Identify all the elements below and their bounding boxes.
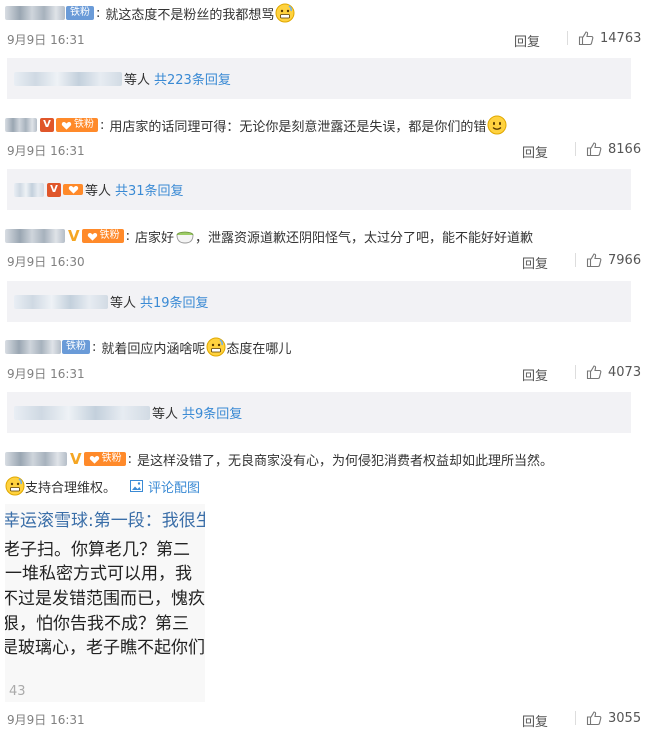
replies-summary-box: V 等人 共31条回复	[7, 169, 631, 210]
view-replies-link[interactable]: 共31条回复	[115, 180, 184, 199]
comment-header: 铁粉 : 就这态度不是粉丝的我都想骂	[5, 2, 295, 24]
v-badge-icon: V	[47, 182, 61, 197]
image-text-line: 一堆私密方式可以用，我	[5, 564, 192, 584]
comment-time: 9月9日 16:31	[7, 33, 85, 47]
bowl-emoji	[176, 231, 194, 244]
comment-time: 9月9日 16:31	[7, 713, 85, 727]
thumbs-up-icon	[586, 253, 602, 268]
replies-summary-box: 等人 共9条回复	[7, 392, 631, 433]
grimace-emoji	[275, 3, 295, 23]
replies-prefix: 等人	[85, 184, 112, 199]
repliers-blurred	[14, 294, 108, 309]
comment-line2: 支持合理维权。 评论配图	[5, 476, 200, 496]
replies-prefix: 等人	[110, 296, 137, 311]
username-blurred[interactable]	[5, 452, 67, 466]
repliers-blurred	[14, 405, 150, 420]
comment-text-part1: 就着回应内涵啥呢	[101, 341, 206, 357]
like-count: 3055	[608, 710, 642, 726]
view-replies-link[interactable]: 共19条回复	[140, 292, 209, 311]
view-replies-link[interactable]: 共9条回复	[182, 403, 242, 422]
thumbs-up-icon	[586, 142, 602, 157]
comment-text-part1: 店家好	[135, 230, 175, 246]
comment-text-part2: 态度在哪儿	[226, 341, 292, 357]
like-count: 4073	[608, 364, 642, 380]
thumbs-up-icon	[578, 31, 594, 46]
fan-badge: 铁粉	[81, 229, 124, 243]
like-count: 7966	[608, 252, 642, 268]
fan-heart-icon	[68, 186, 79, 194]
view-replies-link[interactable]: 共223条回复	[154, 69, 231, 88]
fan-heart-icon	[89, 455, 99, 464]
grimace-emoji	[5, 476, 25, 496]
username-blurred[interactable]	[5, 229, 65, 243]
grimace-emoji	[206, 337, 226, 357]
thumbs-up-icon	[586, 711, 602, 726]
comment-text: 用店家的话同理可得：无论你是刻意泄露还是失误，都是你们的错	[109, 119, 487, 135]
username-blurred[interactable]	[5, 340, 61, 354]
like-button[interactable]: 7966	[565, 252, 641, 268]
fan-badge: 铁粉	[56, 118, 98, 132]
repliers-blurred	[14, 71, 122, 86]
fan-heart-icon	[61, 121, 72, 130]
v-badge-icon: V	[70, 450, 82, 468]
comment-time: 9月9日 16:31	[7, 144, 85, 158]
replies-summary-box: 等人 共19条回复	[7, 281, 631, 322]
image-page-number: 43	[9, 684, 26, 699]
reply-button[interactable]: 回复	[522, 253, 548, 272]
comment-header: V 铁粉 : 店家好 ，泄露资源道歉还阴阳怪气，太过分了吧，能不能好好道歉	[5, 225, 533, 247]
like-count: 8166	[608, 141, 642, 157]
reply-button[interactable]: 回复	[514, 31, 540, 50]
image-icon	[130, 480, 144, 492]
username-blurred[interactable]	[5, 6, 65, 20]
image-text-line: 是玻璃心，老子瞧不起你们	[5, 638, 205, 658]
fan-badge: 铁粉	[62, 340, 90, 354]
reply-button[interactable]: 回复	[522, 711, 548, 730]
comment-text-part2: ，泄露资源道歉还阴阳怪气，太过分了吧，能不能好好道歉	[195, 230, 534, 246]
like-count: 14763	[600, 30, 642, 46]
reply-button[interactable]: 回复	[522, 365, 548, 384]
image-text-line: 狠，怕你告我不成？第三	[5, 614, 189, 634]
like-button[interactable]: 3055	[565, 710, 641, 726]
comment-header: V 铁粉 : 用店家的话同理可得：无论你是刻意泄露还是失误，都是你们的错	[5, 114, 507, 136]
like-button[interactable]: 8166	[565, 141, 641, 157]
v-badge-icon: V	[40, 118, 54, 132]
image-text-line: 幸运滚雪球:第一段：我很生	[5, 511, 205, 531]
smile-emoji	[487, 115, 507, 135]
like-button[interactable]: 14763	[557, 30, 641, 46]
username-blurred[interactable]	[5, 118, 37, 132]
comment-image-thumbnail[interactable]: 幸运滚雪球:第一段：我很生 老子扫。你算老几？第二 一堆私密方式可以用，我 不过…	[5, 504, 205, 702]
repliers-blurred	[14, 182, 44, 197]
like-button[interactable]: 4073	[565, 364, 641, 380]
comment-text-line2: 支持合理维权。	[25, 480, 117, 496]
fan-heart-icon	[87, 232, 97, 241]
comment-time: 9月9日 16:31	[7, 367, 85, 381]
thumbs-up-icon	[586, 365, 602, 380]
comment-header: 铁粉 : 就着回应内涵啥呢 态度在哪儿	[5, 336, 291, 358]
fan-badge: 铁粉	[83, 452, 126, 466]
replies-prefix: 等人	[124, 73, 151, 88]
replies-prefix: 等人	[152, 407, 179, 422]
comment-header: V 铁粉 : 是这样没错了，无良商家没有心，为何侵犯消费者权益却如此理所当然。	[5, 448, 553, 470]
fan-badge-mini	[63, 184, 83, 195]
v-badge-icon: V	[68, 227, 80, 245]
comment-text: 是这样没错了，无良商家没有心，为何侵犯消费者权益却如此理所当然。	[137, 453, 554, 469]
fan-badge: 铁粉	[66, 6, 94, 20]
comment-text: 就这态度不是粉丝的我都想骂	[105, 7, 275, 23]
replies-summary-box: 等人 共223条回复	[7, 58, 631, 99]
image-text-line: 老子扫。你算老几？第二	[5, 540, 190, 560]
comment-time: 9月9日 16:30	[7, 255, 85, 269]
reply-button[interactable]: 回复	[522, 142, 548, 161]
comment-image-link[interactable]: 评论配图	[130, 477, 200, 496]
image-text-line: 不过是发错范围而已，愧疚	[5, 589, 205, 609]
